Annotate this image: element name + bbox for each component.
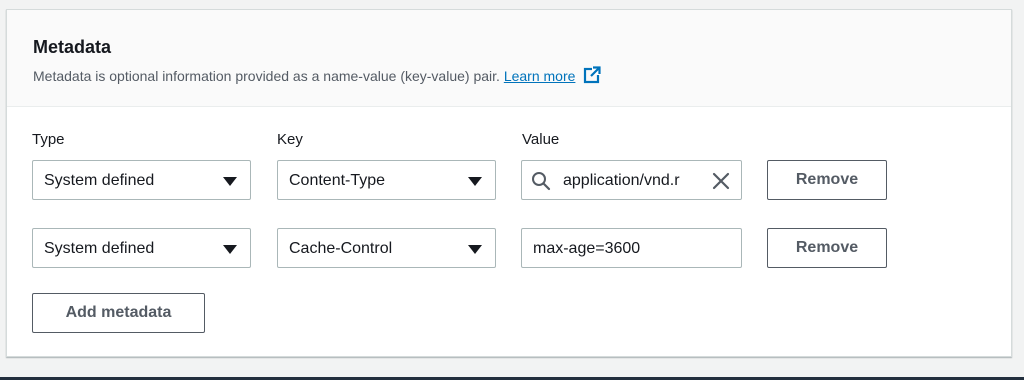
value-input-text[interactable]: application/vnd.r xyxy=(563,171,705,190)
remove-button-row-2[interactable]: Remove xyxy=(767,228,887,268)
caret-down-icon xyxy=(468,177,482,186)
type-select-value: System defined xyxy=(44,240,155,257)
key-select-row-2[interactable]: Cache-Control xyxy=(277,228,496,268)
caret-down-icon xyxy=(223,177,237,186)
value-autosuggest-row-1[interactable]: application/vnd.r xyxy=(521,160,742,200)
description-text: Metadata is optional information provide… xyxy=(33,68,500,84)
panel-header: Metadata Metadata is optional informatio… xyxy=(7,10,1011,107)
value-input-row-2[interactable]: max-age=3600 xyxy=(521,228,742,268)
panel-title: Metadata xyxy=(33,37,112,57)
learn-more-link[interactable]: Learn more xyxy=(504,68,576,84)
type-column-label: Type xyxy=(32,131,65,148)
value-input-text[interactable]: max-age=3600 xyxy=(533,239,733,258)
remove-button-row-1[interactable]: Remove xyxy=(767,160,887,200)
panel-description: Metadata is optional information provide… xyxy=(33,66,602,88)
key-select-value: Content-Type xyxy=(289,172,386,189)
type-select-row-2[interactable]: System defined xyxy=(32,228,251,268)
type-select-row-1[interactable]: System defined xyxy=(32,160,251,200)
key-column-label: Key xyxy=(277,131,303,148)
close-icon[interactable] xyxy=(711,171,731,191)
search-icon xyxy=(531,171,551,191)
type-select-value: System defined xyxy=(44,172,155,189)
value-column-label: Value xyxy=(522,131,560,148)
external-link-icon[interactable] xyxy=(583,66,602,88)
caret-down-icon xyxy=(468,245,482,254)
key-select-row-1[interactable]: Content-Type xyxy=(277,160,496,200)
add-metadata-button[interactable]: Add metadata xyxy=(32,293,205,333)
caret-down-icon xyxy=(223,245,237,254)
key-select-value: Cache-Control xyxy=(289,240,393,257)
